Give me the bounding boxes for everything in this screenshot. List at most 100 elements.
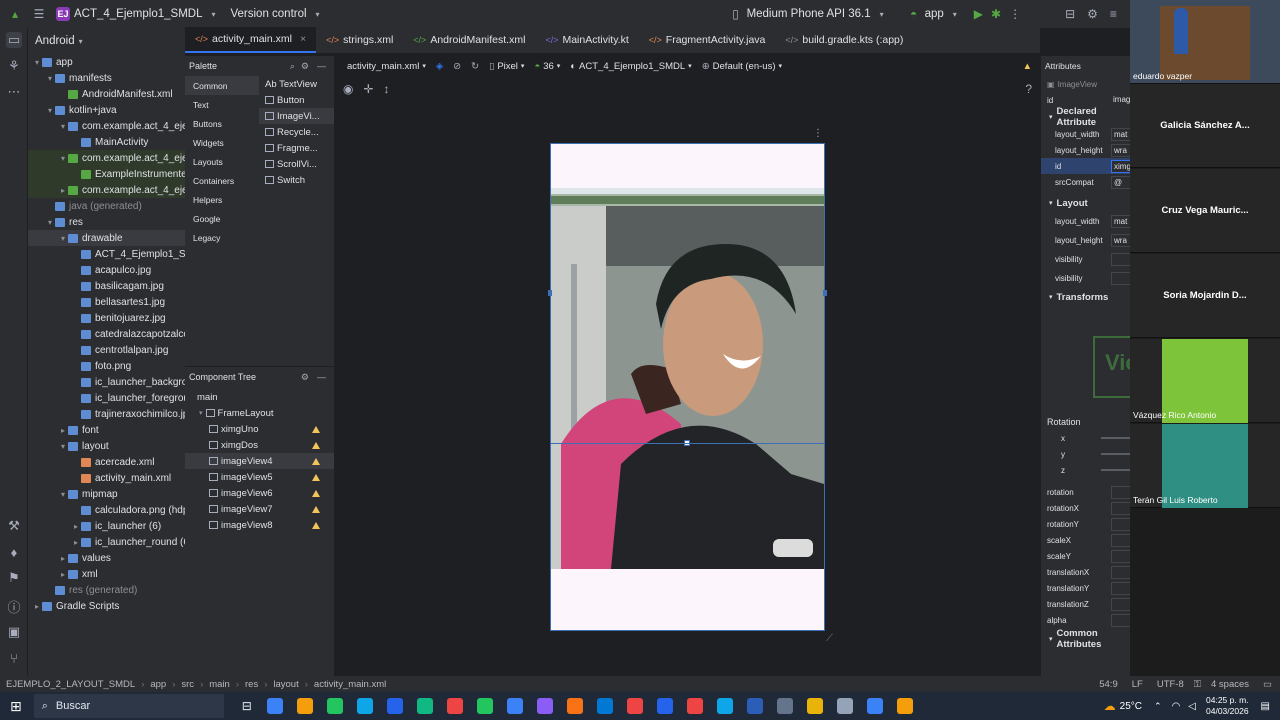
- taskbar-app-icon[interactable]: [386, 698, 403, 714]
- transform-value[interactable]: [1111, 565, 1130, 579]
- id-field[interactable]: imag: [1111, 93, 1130, 107]
- close-icon[interactable]: ×: [300, 33, 306, 45]
- version-control-menu[interactable]: Version control ▾: [230, 7, 324, 21]
- rotation-slider[interactable]: [1101, 469, 1130, 471]
- component-tree-item[interactable]: imageView8: [185, 517, 334, 533]
- cursor-position[interactable]: 54:9: [1099, 679, 1118, 690]
- resize-handle-left[interactable]: [548, 290, 552, 296]
- lock-icon[interactable]: ⚿: [1194, 679, 1201, 690]
- taskbar-app-icon[interactable]: [446, 698, 463, 714]
- warning-icon[interactable]: ▲: [1023, 61, 1032, 72]
- tree-item[interactable]: benitojuarez.jpg: [28, 310, 185, 326]
- main-menu-button[interactable]: ☰: [32, 7, 46, 21]
- palette-category[interactable]: Containers: [185, 171, 259, 190]
- attribute-value[interactable]: @: [1111, 175, 1130, 189]
- palette-widget[interactable]: Switch: [259, 172, 334, 188]
- transforms-header[interactable]: ▾ Transforms: [1041, 288, 1130, 306]
- palette-category[interactable]: Widgets: [185, 133, 259, 152]
- tree-item[interactable]: java (generated): [28, 198, 185, 214]
- transform-value[interactable]: [1111, 597, 1130, 611]
- file-selector[interactable]: activity_main.xml ▾: [347, 61, 426, 72]
- clock[interactable]: 04:25 p. m. 04/03/2026: [1206, 695, 1249, 717]
- component-tree-item[interactable]: imageView4: [185, 453, 334, 469]
- taskbar-app-icon[interactable]: [686, 698, 703, 714]
- taskbar-app-icon[interactable]: [596, 698, 613, 714]
- breadcrumb-item[interactable]: res: [245, 679, 258, 690]
- taskbar-app-icon[interactable]: [266, 698, 283, 714]
- component-tree-item[interactable]: imageView6: [185, 485, 334, 501]
- run-icon[interactable]: ▶: [974, 7, 983, 21]
- taskbar-app-icon[interactable]: [776, 698, 793, 714]
- editor-tab[interactable]: </> FragmentActivity.java: [639, 27, 776, 53]
- warning-icon[interactable]: [312, 473, 320, 481]
- layout-header[interactable]: ▾ Layout: [1041, 194, 1130, 212]
- volume-icon[interactable]: ◁: [1188, 701, 1196, 712]
- palette-widget[interactable]: Recycle...: [259, 124, 334, 140]
- locale-dropdown[interactable]: ⊕ Default (en-us) ▾: [702, 61, 782, 72]
- declared-attributes-header[interactable]: ▾ Declared Attribute: [1041, 106, 1130, 128]
- taskbar-app-icon[interactable]: [326, 698, 343, 714]
- warning-icon[interactable]: [312, 457, 320, 465]
- component-tree-item[interactable]: imageView7: [185, 501, 334, 517]
- tree-expander-icon[interactable]: ▾: [58, 442, 68, 451]
- project-view-selector[interactable]: Android ▾: [28, 28, 185, 54]
- breadcrumb-item[interactable]: EJEMPLO_2_LAYOUT_SMDL: [6, 679, 135, 690]
- palette-category[interactable]: Layouts: [185, 152, 259, 171]
- editor-tab[interactable]: </> activity_main.xml ×: [185, 27, 317, 53]
- more-tools-icon[interactable]: ⋯: [6, 84, 22, 100]
- taskbar-app-icon[interactable]: [626, 698, 643, 714]
- tree-expander-icon[interactable]: ▸: [71, 538, 81, 547]
- palette-widget[interactable]: ImageVi...: [259, 108, 334, 124]
- editor-tab[interactable]: </> AndroidManifest.xml: [403, 27, 535, 53]
- tree-item[interactable]: ▸ com.example.act_4_ejer: [28, 182, 185, 198]
- tree-expander-icon[interactable]: ▾: [45, 218, 55, 227]
- palette-category[interactable]: Helpers: [185, 190, 259, 209]
- transform-value[interactable]: [1111, 533, 1130, 547]
- help-icon[interactable]: ?: [1025, 82, 1032, 96]
- project-switcher[interactable]: EJ ACT_4_Ejemplo1_SMDL ▾: [56, 7, 220, 21]
- tree-item[interactable]: ▸ xml: [28, 566, 185, 582]
- palette-widget[interactable]: ScrollVi...: [259, 156, 334, 172]
- tree-item[interactable]: ▾ com.example.act_4_ejer: [28, 150, 185, 166]
- memory-icon[interactable]: ▭: [1263, 679, 1272, 690]
- attribute-value[interactable]: wra: [1111, 234, 1130, 247]
- tree-item[interactable]: acercade.xml: [28, 454, 185, 470]
- taskbar-app-icon[interactable]: [716, 698, 733, 714]
- taskbar-app-icon[interactable]: [356, 698, 373, 714]
- tree-item[interactable]: activity_main.xml: [28, 470, 185, 486]
- resource-manager-icon[interactable]: ⚘: [6, 58, 22, 74]
- app-quality-icon[interactable]: ♦: [6, 544, 22, 560]
- taskbar-app-icon[interactable]: [506, 698, 523, 714]
- component-tree-item[interactable]: imageView5: [185, 469, 334, 485]
- taskbar-app-icon[interactable]: [836, 698, 853, 714]
- palette-category[interactable]: Text: [185, 95, 259, 114]
- canvas-resize-icon[interactable]: ⟋: [826, 633, 833, 644]
- minimize-icon[interactable]: —: [317, 61, 326, 71]
- tree-item[interactable]: acapulco.jpg: [28, 262, 185, 278]
- tree-expander-icon[interactable]: ▸: [58, 186, 68, 195]
- api-dropdown[interactable]: ◓ 36 ▾: [534, 61, 560, 72]
- editor-tab[interactable]: </> strings.xml: [316, 27, 403, 53]
- tree-expander-icon[interactable]: ▸: [32, 602, 42, 611]
- tree-expander-icon[interactable]: ▾: [32, 58, 42, 67]
- design-mode-icon[interactable]: ◈: [436, 61, 443, 72]
- tree-expander-icon[interactable]: ▾: [58, 122, 68, 131]
- profiler-icon[interactable]: ⚙: [1087, 7, 1098, 21]
- photo-image[interactable]: [551, 206, 824, 569]
- attribute-value[interactable]: ximg: [1111, 159, 1130, 173]
- breadcrumb-item[interactable]: activity_main.xml: [314, 679, 386, 690]
- warning-icon[interactable]: [312, 441, 320, 449]
- tray-chevron-icon[interactable]: ⌃: [1154, 701, 1162, 712]
- breadcrumb-item[interactable]: main: [209, 679, 230, 690]
- component-tree-item[interactable]: ximgDos: [185, 437, 334, 453]
- tree-item[interactable]: ▾ app: [28, 54, 185, 70]
- transform-value[interactable]: [1111, 485, 1130, 499]
- orientation-icon[interactable]: ↻: [471, 61, 479, 72]
- tree-expander-icon[interactable]: ▸: [58, 554, 68, 563]
- palette-category[interactable]: Legacy: [185, 228, 259, 247]
- search-icon[interactable]: ⌕: [290, 61, 295, 72]
- tree-expander-icon[interactable]: ▾: [45, 106, 55, 115]
- component-tree-item[interactable]: ximgUno: [185, 421, 334, 437]
- warning-icon[interactable]: [312, 521, 320, 529]
- common-attributes-header[interactable]: ▾ Common Attributes: [1041, 628, 1130, 650]
